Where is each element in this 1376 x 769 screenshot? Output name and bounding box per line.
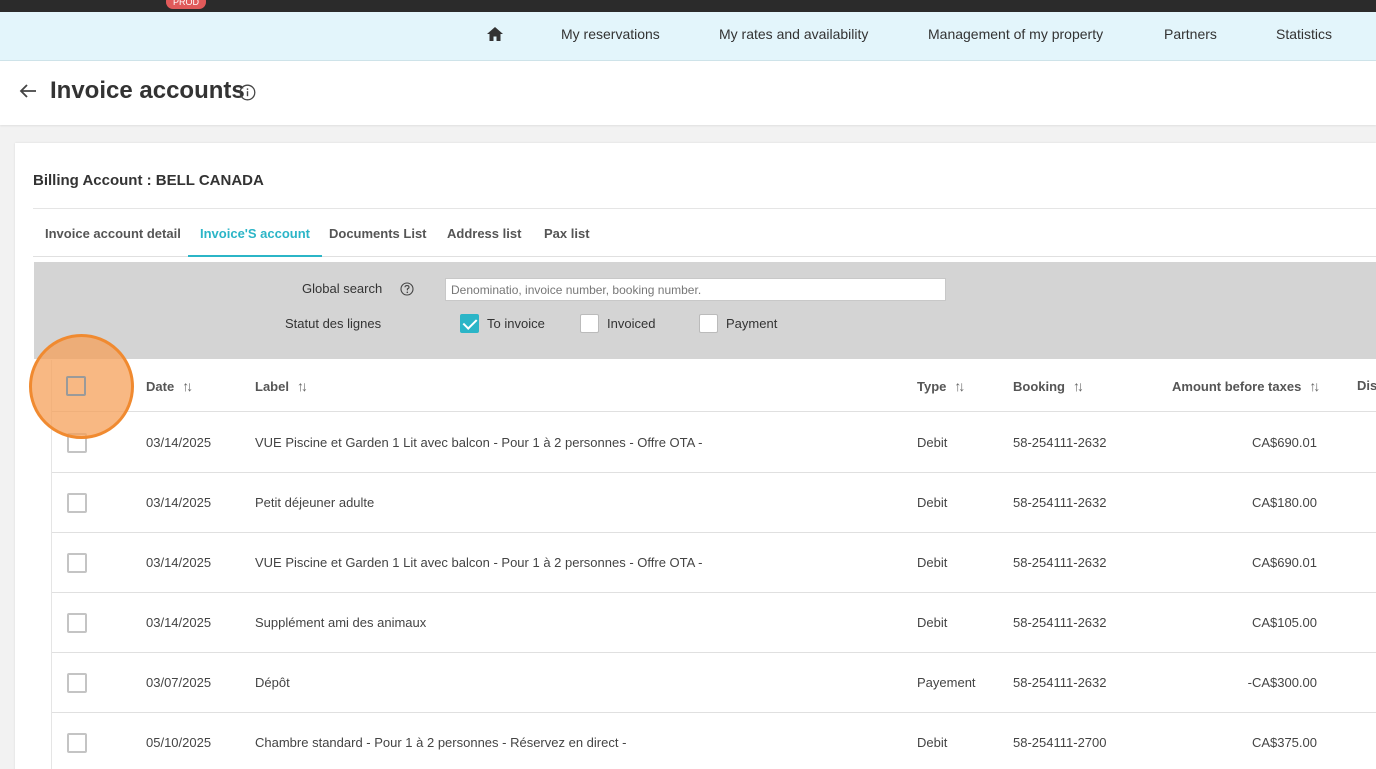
row-amount: CA$690.01	[1251, 435, 1317, 450]
nav-management-property[interactable]: Management of my property	[928, 12, 1103, 60]
row-amount: CA$180.00	[1251, 495, 1317, 510]
row-booking[interactable]: 58-254111-2632	[1013, 533, 1107, 593]
row-type: Debit	[917, 615, 948, 630]
sort-icon[interactable]: ↑↓	[1309, 360, 1320, 412]
status-payment[interactable]: Payment	[699, 313, 777, 333]
col-date[interactable]: Date ↑↓	[146, 360, 193, 412]
table-row[interactable]: 05/10/2025 Chambre standard - Pour 1 à 2…	[52, 713, 1376, 769]
row-label: VUE Piscine et Garden 1 Lit avec balcon …	[255, 435, 703, 450]
payment-checkbox[interactable]	[699, 313, 718, 333]
global-search-label: Global search	[302, 281, 383, 296]
col-type[interactable]: Type ↑↓	[917, 360, 965, 412]
status-invoiced[interactable]: Invoiced	[580, 313, 655, 333]
tab-pax-list[interactable]: Pax list	[532, 217, 602, 257]
table-row[interactable]: 03/14/2025 Supplément ami des animaux De…	[52, 593, 1376, 653]
row-type: Debit	[917, 495, 948, 510]
tab-bar: Invoice account detail Invoice'S account…	[33, 217, 1376, 257]
row-type: Debit	[917, 555, 948, 570]
tab-address-list[interactable]: Address list	[435, 217, 533, 257]
row-type: Payement	[917, 675, 976, 690]
col-dis[interactable]: Dis	[1357, 360, 1376, 412]
row-booking[interactable]: 58-254111-2700	[1013, 713, 1107, 769]
page-title: Invoice accounts	[50, 77, 245, 104]
to-invoice-label: To invoice	[487, 315, 545, 331]
table-row[interactable]: 03/14/2025 VUE Piscine et Garden 1 Lit a…	[52, 413, 1376, 473]
billing-account-title: Billing Account : BELL CANADA	[33, 172, 264, 189]
row-type: Debit	[917, 435, 948, 450]
row-label: Dépôt	[255, 675, 290, 690]
invoice-lines-table: Date ↑↓ Label ↑↓ Type ↑↓ Booking ↑↓ Amount b…	[51, 360, 1376, 769]
row-date: 05/10/2025	[146, 735, 212, 750]
home-icon[interactable]	[486, 26, 504, 42]
to-invoice-checkbox[interactable]	[460, 313, 479, 333]
global-search-input[interactable]	[445, 278, 946, 301]
tab-invoice-account-detail[interactable]: Invoice account detail	[33, 217, 193, 257]
table-header: Date ↑↓ Label ↑↓ Type ↑↓ Booking ↑↓ Amount b…	[52, 360, 1376, 412]
top-bar	[0, 0, 1376, 12]
row-label: Petit déjeuner adulte	[255, 495, 375, 510]
row-type: Debit	[917, 735, 948, 750]
filter-panel: Global search Statut des lignes To invoi…	[34, 262, 1376, 359]
table-row[interactable]: 03/14/2025 VUE Piscine et Garden 1 Lit a…	[52, 533, 1376, 593]
select-all-checkbox[interactable]	[66, 376, 86, 396]
row-label: Chambre standard - Pour 1 à 2 personnes …	[255, 735, 627, 750]
status-label: Statut des lignes	[285, 316, 382, 331]
payment-label: Payment	[726, 315, 778, 331]
row-label: VUE Piscine et Garden 1 Lit avec balcon …	[255, 555, 703, 570]
row-label: Supplément ami des animaux	[255, 615, 427, 630]
tab-documents-list[interactable]: Documents List	[317, 217, 439, 257]
row-amount: CA$690.01	[1251, 555, 1317, 570]
row-date: 03/14/2025	[146, 555, 212, 570]
row-amount: CA$375.00	[1251, 735, 1317, 750]
row-booking[interactable]: 58-254111-2632	[1013, 413, 1107, 473]
nav-statistics[interactable]: Statistics	[1276, 12, 1332, 60]
row-date: 03/14/2025	[146, 615, 212, 630]
row-booking[interactable]: 58-254111-2632	[1013, 593, 1107, 653]
invoiced-checkbox[interactable]	[580, 313, 599, 333]
row-checkbox[interactable]	[67, 673, 87, 693]
col-amount-before-taxes[interactable]: Amount before taxes ↑↓	[1172, 360, 1320, 412]
col-label[interactable]: Label ↑↓	[255, 360, 308, 412]
sort-icon[interactable]: ↑↓	[182, 360, 193, 412]
status-to-invoice[interactable]: To invoice	[460, 313, 545, 333]
nav-my-rates-availability[interactable]: My rates and availability	[719, 12, 868, 60]
tab-invoices-account[interactable]: Invoice'S account	[188, 217, 323, 257]
row-checkbox[interactable]	[67, 553, 87, 573]
table-row[interactable]: 03/14/2025 Petit déjeuner adulte Debit 5…	[52, 473, 1376, 533]
table-row[interactable]: 03/07/2025 Dépôt Payement 58-254111-2632…	[52, 653, 1376, 713]
row-checkbox[interactable]	[67, 613, 87, 633]
row-amount: CA$105.00	[1251, 615, 1317, 630]
invoiced-label: Invoiced	[607, 315, 656, 331]
info-icon[interactable]	[239, 84, 256, 101]
col-booking[interactable]: Booking ↑↓	[1013, 360, 1084, 412]
nav-my-reservations[interactable]: My reservations	[561, 12, 660, 60]
row-amount: -CA$300.00	[1247, 675, 1317, 690]
row-date: 03/14/2025	[146, 495, 212, 510]
row-booking[interactable]: 58-254111-2632	[1013, 473, 1107, 533]
row-date: 03/07/2025	[146, 675, 212, 690]
billing-card: Billing Account : BELL CANADA Invoice ac…	[15, 143, 1376, 769]
sort-icon[interactable]: ↑↓	[1073, 360, 1084, 412]
page-header: Invoice accounts	[0, 61, 1376, 125]
env-badge: PROD	[166, 0, 207, 9]
row-booking[interactable]: 58-254111-2632	[1013, 653, 1107, 713]
row-checkbox[interactable]	[67, 493, 87, 513]
row-checkbox[interactable]	[67, 733, 87, 753]
row-date: 03/14/2025	[146, 435, 212, 450]
sort-icon[interactable]: ↑↓	[954, 360, 965, 412]
main-nav: My reservations My rates and availabilit…	[0, 12, 1376, 61]
divider	[33, 208, 1376, 209]
sort-icon[interactable]: ↑↓	[297, 360, 308, 412]
nav-partners[interactable]: Partners	[1164, 12, 1217, 60]
arrow-left-icon[interactable]	[19, 83, 37, 99]
help-icon[interactable]	[400, 282, 414, 296]
